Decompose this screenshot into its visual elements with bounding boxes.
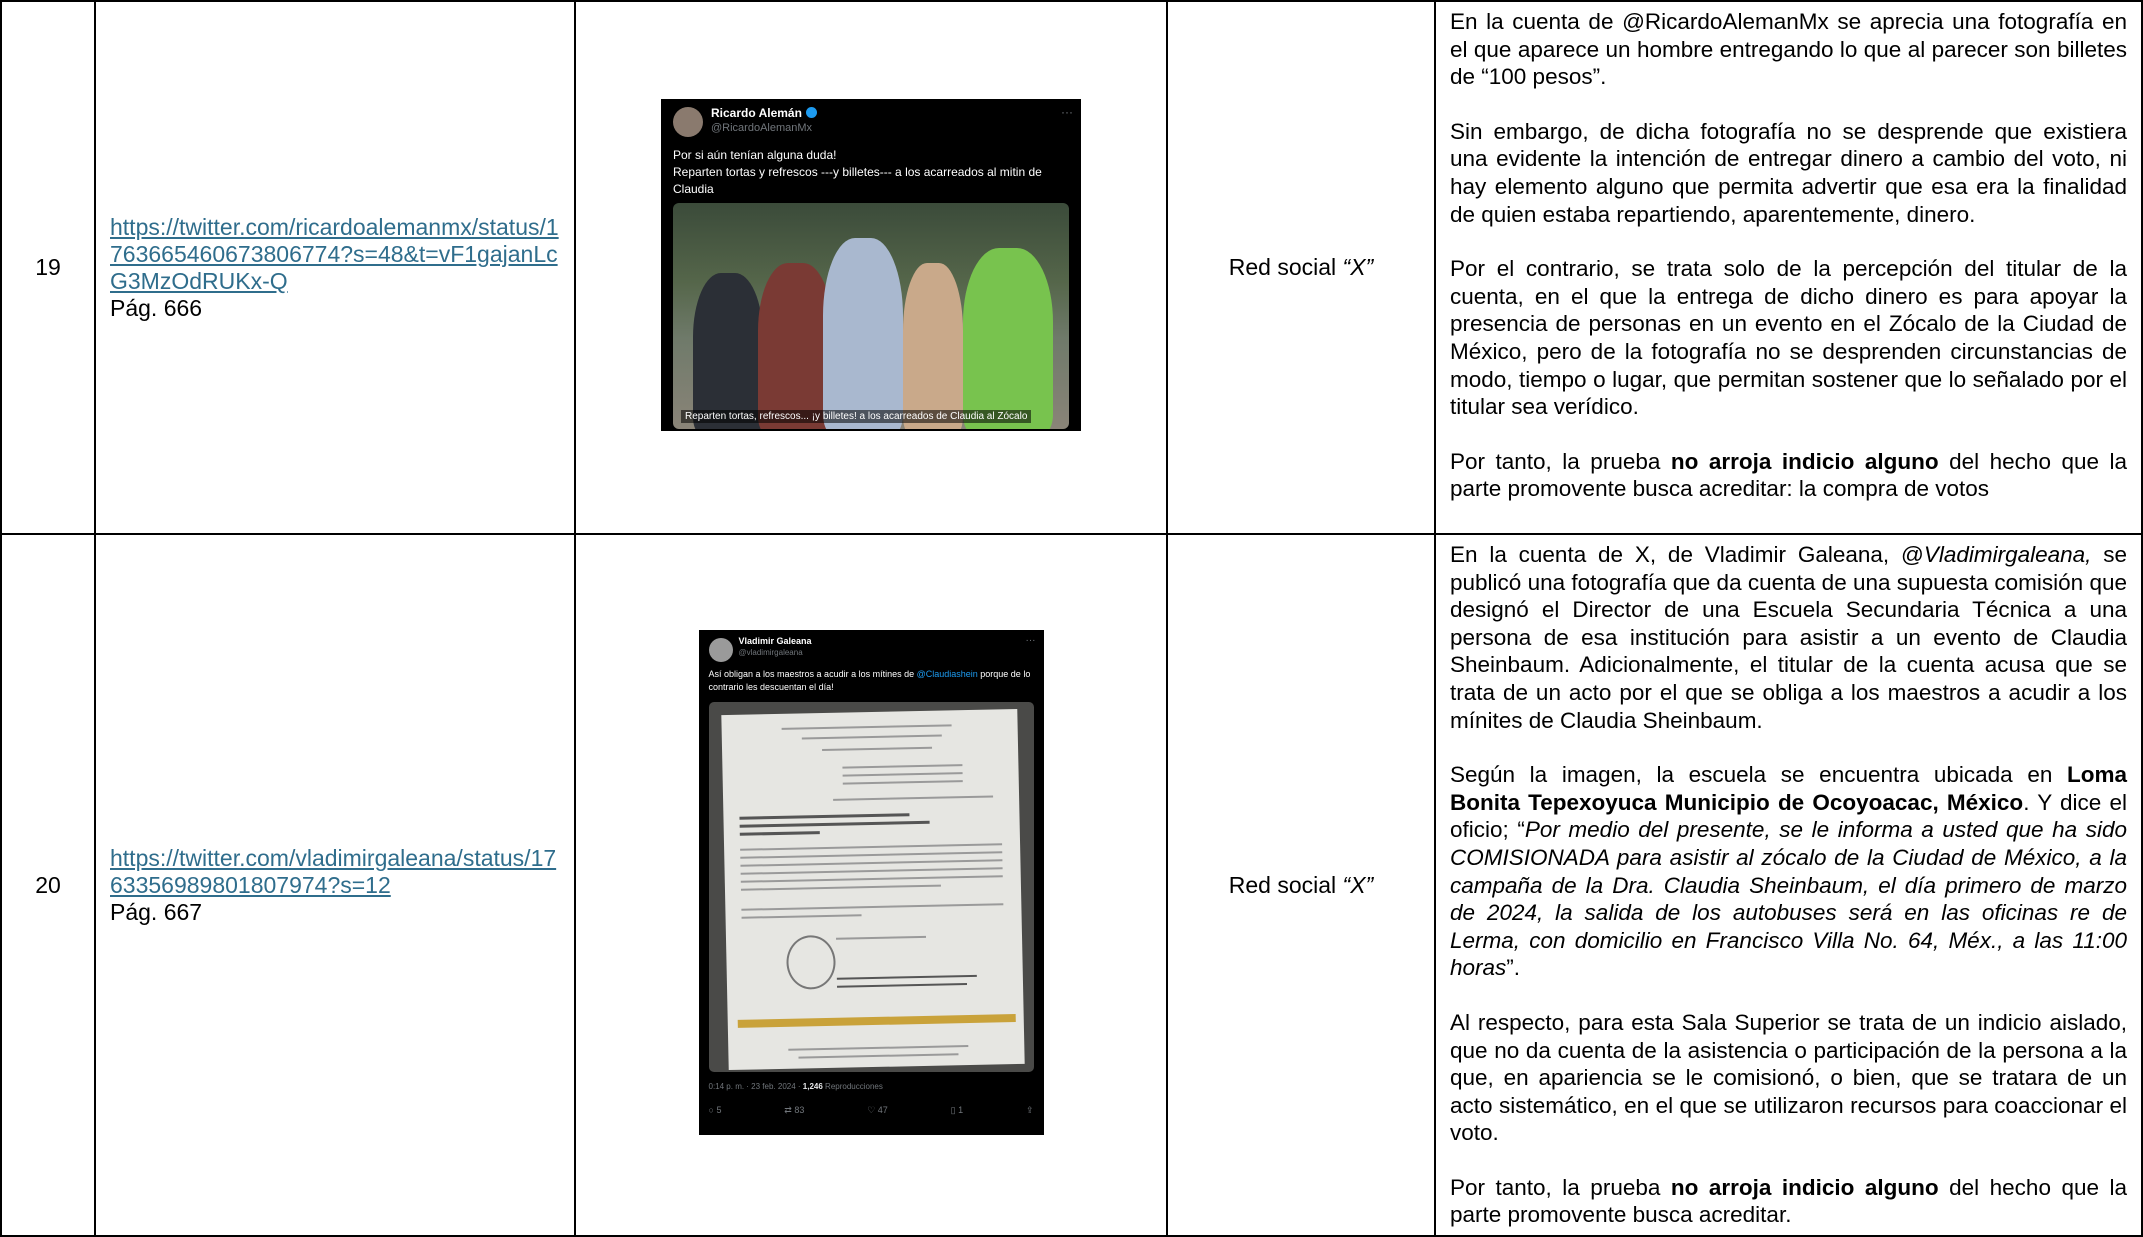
italic-text: Por medio del presente, se le informa a … bbox=[1450, 817, 2127, 981]
text-run: Por tanto, la prueba bbox=[1450, 448, 1671, 474]
tweet-handle: @vladimirgaleana bbox=[738, 648, 803, 658]
share-icon: ⇪ bbox=[1025, 1105, 1034, 1116]
text-run: ”. bbox=[1506, 955, 1521, 981]
tweet-screenshot: Ricardo Alemán @RicardoAlemanMx ··· Por … bbox=[661, 99, 1081, 431]
tweet-text-line: Reparten tortas y refrescos ---y billete… bbox=[673, 165, 1042, 196]
text-run: Por tanto, la prueba bbox=[1450, 1174, 1671, 1200]
tweet-link[interactable]: https://twitter.com/vladimirgaleana/stat… bbox=[110, 845, 560, 899]
person-figure bbox=[963, 248, 1053, 429]
person-figure bbox=[903, 263, 963, 429]
table-row: 20 https://twitter.com/vladimirgaleana/s… bbox=[0, 532, 2143, 1237]
avatar bbox=[708, 638, 733, 663]
medium-label: Red social bbox=[1228, 871, 1343, 898]
ellipsis-icon: ··· bbox=[1025, 635, 1036, 647]
official-letter bbox=[720, 708, 1025, 1071]
person-figure bbox=[758, 263, 833, 429]
photo-caption: Reparten tortas, refrescos... ¡y billete… bbox=[681, 410, 1032, 423]
tweet-link[interactable]: https://twitter.com/ricardoalemanmx/stat… bbox=[110, 214, 560, 295]
tweet-author: Vladimir Galeana bbox=[738, 636, 812, 647]
medium-name: “X” bbox=[1342, 871, 1374, 898]
analysis-paragraph: Al respecto, para esta Sala Superior se … bbox=[1450, 1009, 2127, 1146]
analysis-cell: En la cuenta de @RicardoAlemanMx se apre… bbox=[1434, 0, 2143, 535]
repost-action: ⇄ 83 bbox=[784, 1105, 804, 1116]
views-label: Reproducciones bbox=[822, 1082, 883, 1092]
views-count: 1,246 bbox=[802, 1082, 823, 1092]
text-run: Así obligan a los maestros a acudir a lo… bbox=[708, 669, 917, 680]
image-cell: Vladimir Galeana @vladimirgaleana ··· As… bbox=[574, 532, 1168, 1237]
heart-icon: ♡ bbox=[867, 1105, 876, 1116]
avatar bbox=[673, 107, 703, 137]
tweet-photo: Reparten tortas, refrescos... ¡y billete… bbox=[673, 203, 1069, 429]
row-number: 20 bbox=[0, 532, 96, 1237]
repost-count: 83 bbox=[794, 1105, 805, 1116]
verified-icon bbox=[805, 107, 817, 118]
tweet-actions: ○ 5 ⇄ 83 ♡ 47 ▯ 1 ⇪ bbox=[709, 1105, 1034, 1116]
analysis-paragraph: En la cuenta de @RicardoAlemanMx se apre… bbox=[1450, 9, 2127, 90]
tweet-text: Así obligan a los maestros a acudir a lo… bbox=[709, 668, 1034, 694]
row-number: 19 bbox=[0, 0, 96, 535]
bookmark-action: ▯ 1 bbox=[951, 1105, 963, 1116]
tweet-mention: @Claudiashein bbox=[916, 669, 978, 680]
like-action: ♡ 47 bbox=[867, 1105, 888, 1116]
person-figure bbox=[693, 273, 763, 429]
like-count: 47 bbox=[877, 1105, 888, 1116]
table-row: 19 https://twitter.com/ricardoalemanmx/s… bbox=[0, 0, 2143, 535]
text-run: Según la imagen, la escuela se encuentra… bbox=[1450, 762, 2067, 788]
tweet-meta: 0:14 p. m. · 23 feb. 2024 · 1,246 Reprod… bbox=[709, 1082, 883, 1091]
tweet-author-name: Ricardo Alemán bbox=[711, 106, 802, 120]
image-cell: Ricardo Alemán @RicardoAlemanMx ··· Por … bbox=[574, 0, 1168, 535]
document-photo bbox=[708, 702, 1034, 1073]
text-run: En la cuenta de X, de Vladimir Galeana, … bbox=[1450, 542, 1924, 567]
bold-text: no arroja indicio alguno bbox=[1670, 1174, 1939, 1200]
tweet-screenshot: Vladimir Galeana @vladimirgaleana ··· As… bbox=[698, 630, 1044, 1136]
page-reference: Pág. 666 bbox=[110, 294, 203, 321]
link-cell: https://twitter.com/ricardoalemanmx/stat… bbox=[94, 0, 576, 535]
reply-count: 5 bbox=[716, 1105, 722, 1116]
analysis-paragraph: En la cuenta de X, de Vladimir Galeana, … bbox=[1450, 541, 2127, 734]
medium-label: Red social bbox=[1228, 254, 1343, 280]
medium-cell: Red social “X” bbox=[1166, 532, 1436, 1237]
tweet-text-line: Por si aún tenían alguna duda! bbox=[673, 148, 837, 162]
italic-text: Vladimirgaleana, bbox=[1923, 542, 2092, 567]
tweet-text: Por si aún tenían alguna duda! Reparten … bbox=[673, 147, 1069, 198]
link-cell: https://twitter.com/vladimirgaleana/stat… bbox=[94, 532, 576, 1237]
reply-action: ○ 5 bbox=[709, 1105, 722, 1116]
bold-text: no arroja indicio alguno bbox=[1670, 448, 1939, 474]
analysis-paragraph: Por tanto, la prueba no arroja indicio a… bbox=[1450, 1174, 2127, 1229]
evidence-table: 19 https://twitter.com/ricardoalemanmx/s… bbox=[0, 0, 2143, 1237]
text-run: se publicó una fotografía que da cuenta … bbox=[1450, 542, 2127, 733]
medium-name: “X” bbox=[1342, 254, 1374, 280]
reply-icon: ○ bbox=[708, 1105, 714, 1116]
repost-icon: ⇄ bbox=[784, 1105, 792, 1116]
bookmark-icon: ▯ bbox=[950, 1105, 956, 1116]
analysis-paragraph: Sin embargo, de dicha fotografía no se d… bbox=[1450, 118, 2127, 227]
page-reference: Pág. 667 bbox=[110, 898, 203, 925]
analysis-paragraph: Según la imagen, la escuela se encuentra… bbox=[1450, 761, 2127, 982]
ellipsis-icon: ··· bbox=[1061, 105, 1073, 119]
bookmark-count: 1 bbox=[958, 1105, 964, 1116]
tweet-timestamp: 0:14 p. m. · 23 feb. 2024 · bbox=[708, 1082, 803, 1092]
analysis-cell: En la cuenta de X, de Vladimir Galeana, … bbox=[1434, 532, 2143, 1237]
medium-cell: Red social “X” bbox=[1166, 0, 1436, 535]
analysis-paragraph: Por el contrario, se trata solo de la pe… bbox=[1450, 256, 2127, 420]
analysis-paragraph: Por tanto, la prueba no arroja indicio a… bbox=[1450, 448, 2127, 503]
tweet-author: Ricardo Alemán bbox=[711, 106, 817, 120]
person-figure bbox=[823, 238, 903, 429]
tweet-handle: @RicardoAlemanMx bbox=[711, 122, 813, 134]
